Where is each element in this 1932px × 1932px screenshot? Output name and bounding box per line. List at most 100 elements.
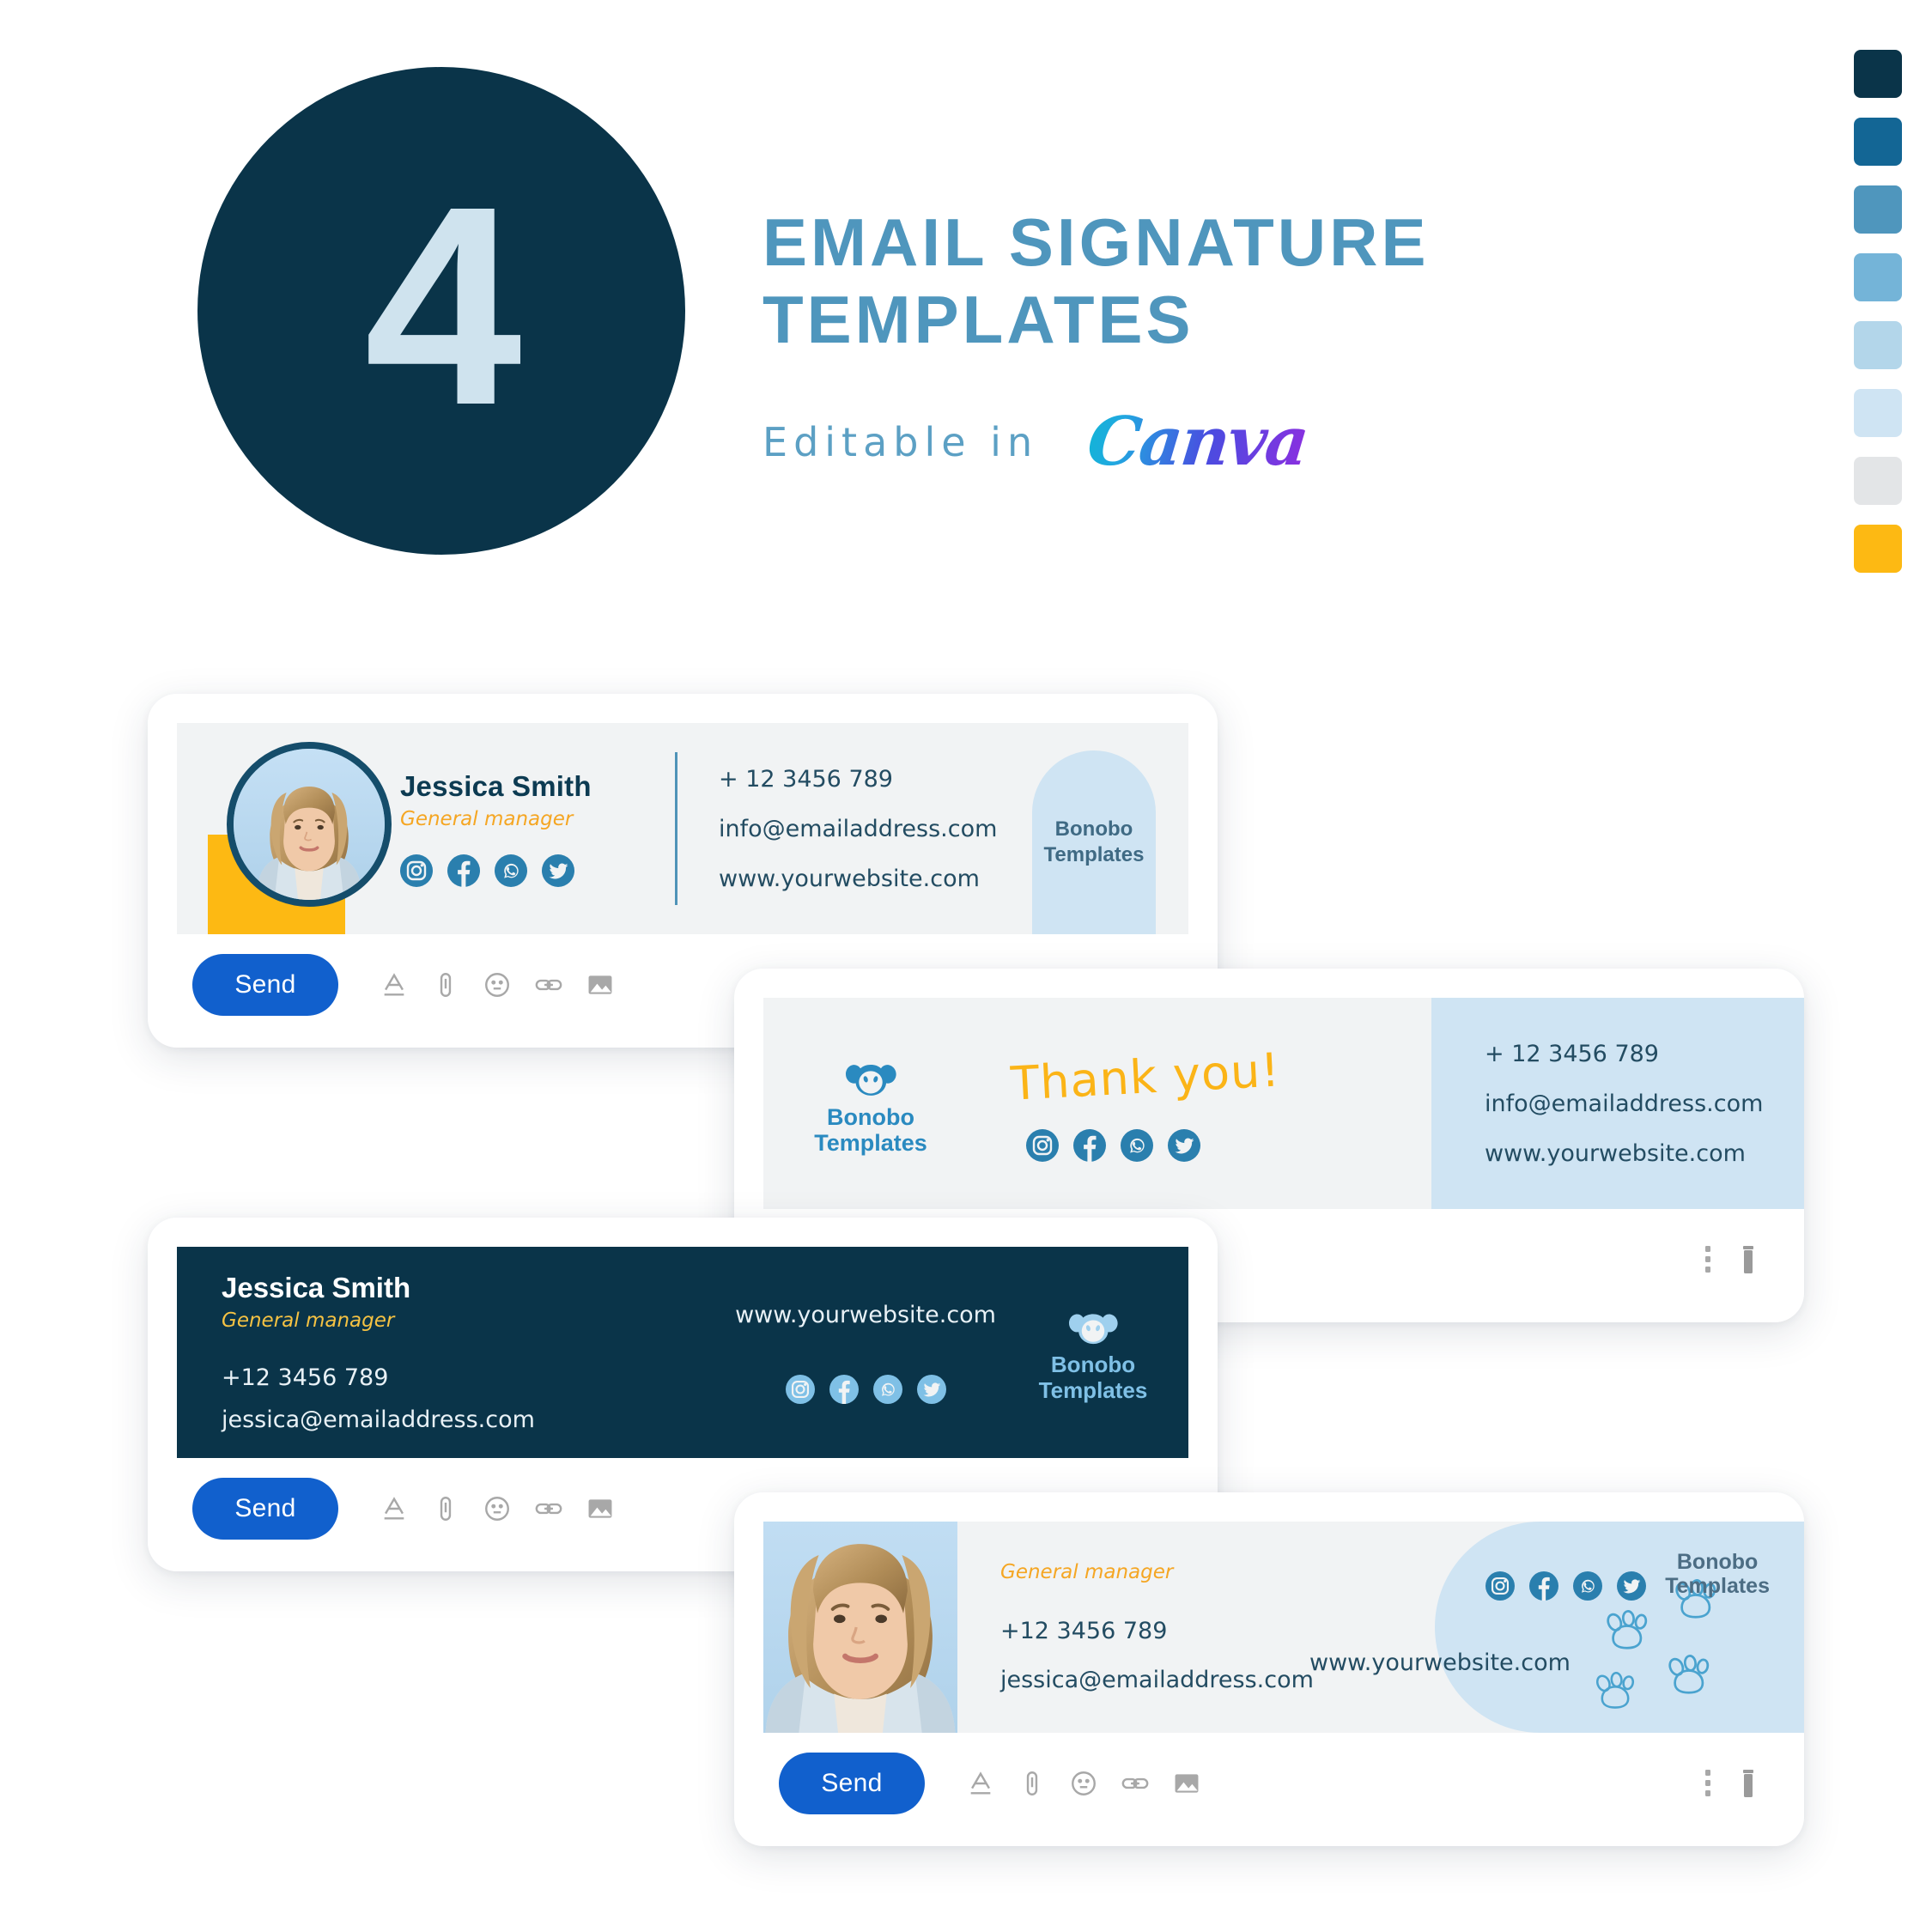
brand-name-line1: Bonobo bbox=[1054, 817, 1133, 841]
twitter-icon[interactable] bbox=[542, 854, 574, 887]
brand-name-line1: Bonobo bbox=[827, 1103, 914, 1130]
social-links-2[interactable] bbox=[1026, 1128, 1431, 1162]
facebook-icon[interactable] bbox=[829, 1374, 859, 1404]
text-format-icon[interactable] bbox=[380, 970, 409, 999]
twitter-icon[interactable] bbox=[1617, 1571, 1647, 1601]
instagram-icon[interactable] bbox=[785, 1374, 815, 1404]
whatsapp-icon[interactable] bbox=[1573, 1571, 1603, 1601]
image-icon[interactable] bbox=[1172, 1769, 1201, 1798]
thank-you-text: Thank you! bbox=[1009, 1042, 1282, 1111]
brand-name-line2: Templates bbox=[1665, 1574, 1770, 1598]
signature-preview-4: General manager +12 3456 789 jessica@ema… bbox=[763, 1522, 1804, 1733]
monkey-logo-icon bbox=[1069, 1314, 1118, 1345]
brand-logo-text-3: Bonobo Templates bbox=[1039, 1352, 1148, 1403]
swatch-3 bbox=[1854, 253, 1902, 301]
contact-block-2: + 12 3456 789 info@emailaddress.com www.… bbox=[1431, 998, 1804, 1209]
swatch-7 bbox=[1854, 525, 1902, 573]
contact-phone: +12 3456 789 bbox=[222, 1364, 389, 1391]
send-button[interactable]: Send bbox=[779, 1753, 925, 1814]
delete-icon[interactable] bbox=[1737, 1769, 1759, 1798]
brand-logo-2: Bonobo Templates bbox=[763, 998, 978, 1209]
brand-block-4: Bonobo Templates www.yourwebsite.com bbox=[1309, 1522, 1804, 1733]
link-icon[interactable] bbox=[534, 970, 563, 999]
contact-role: General manager bbox=[400, 808, 574, 830]
contact-email: info@emailaddress.com bbox=[1485, 1090, 1764, 1117]
website-social-column-3: www.yourwebsite.com bbox=[735, 1302, 996, 1404]
contact-website: www.yourwebsite.com bbox=[735, 1301, 996, 1328]
hero-number: 4 bbox=[364, 147, 522, 464]
swatch-0 bbox=[1854, 50, 1902, 98]
signature-card-4: General manager +12 3456 789 jessica@ema… bbox=[734, 1492, 1804, 1846]
facebook-icon[interactable] bbox=[1073, 1128, 1106, 1162]
toolbar-left-4: Send bbox=[779, 1753, 1201, 1814]
brand-logo-3: Bonobo Templates bbox=[1020, 1301, 1166, 1403]
more-options-icon[interactable] bbox=[1704, 1245, 1711, 1274]
emoji-icon[interactable] bbox=[483, 1494, 512, 1523]
emoji-icon[interactable] bbox=[1069, 1769, 1098, 1798]
link-icon[interactable] bbox=[1121, 1769, 1150, 1798]
contact-email: info@emailaddress.com bbox=[719, 815, 998, 842]
image-icon[interactable] bbox=[586, 1494, 615, 1523]
toolbar-right-2 bbox=[1704, 1245, 1759, 1274]
link-icon[interactable] bbox=[534, 1494, 563, 1523]
contact-block-4: General manager +12 3456 789 jessica@ema… bbox=[957, 1522, 1323, 1733]
brand-name-line1: Bonobo bbox=[1676, 1549, 1759, 1574]
toolbar-right-4 bbox=[1704, 1769, 1759, 1798]
brand-name-line2: Templates bbox=[1043, 843, 1145, 866]
swatch-6 bbox=[1854, 457, 1902, 505]
page-title-line1: EMAIL SIGNATURE bbox=[762, 204, 1430, 280]
greeting-block-2: Thank you! bbox=[978, 998, 1431, 1209]
more-options-icon[interactable] bbox=[1704, 1769, 1711, 1798]
image-icon[interactable] bbox=[586, 970, 615, 999]
social-links-1[interactable] bbox=[400, 854, 675, 887]
identity-block-1: Jessica Smith General manager bbox=[385, 723, 675, 934]
contact-website: www.yourwebsite.com bbox=[1309, 1649, 1571, 1676]
social-links-3[interactable] bbox=[785, 1374, 946, 1404]
hero-text-block: EMAIL SIGNATURE TEMPLATES Editable in Ca… bbox=[762, 204, 1621, 481]
facebook-icon[interactable] bbox=[447, 854, 480, 887]
whatsapp-icon[interactable] bbox=[495, 854, 527, 887]
emoji-icon[interactable] bbox=[483, 970, 512, 999]
contact-email: jessica@emailaddress.com bbox=[1000, 1667, 1314, 1693]
contact-email: jessica@emailaddress.com bbox=[222, 1406, 535, 1433]
instagram-icon[interactable] bbox=[1026, 1128, 1059, 1162]
avatar bbox=[227, 742, 392, 907]
brand-logo-text-4: Bonobo Templates bbox=[1665, 1550, 1770, 1599]
swatch-1 bbox=[1854, 118, 1902, 166]
portrait-image bbox=[234, 749, 385, 900]
attachment-icon[interactable] bbox=[431, 1494, 460, 1523]
swatch-5 bbox=[1854, 389, 1902, 437]
delete-icon[interactable] bbox=[1737, 1245, 1759, 1274]
brand-logo-text-2: Bonobo Templates bbox=[814, 1104, 927, 1156]
twitter-icon[interactable] bbox=[1168, 1128, 1200, 1162]
format-tools-4 bbox=[966, 1769, 1201, 1798]
portrait-block-4 bbox=[763, 1522, 957, 1733]
twitter-icon[interactable] bbox=[916, 1374, 946, 1404]
page-title: EMAIL SIGNATURE TEMPLATES bbox=[762, 204, 1621, 358]
canva-logo: Canva bbox=[1042, 403, 1311, 481]
brand-top-row-4: Bonobo Templates bbox=[1485, 1547, 1770, 1601]
text-format-icon[interactable] bbox=[966, 1769, 995, 1798]
avatar-block-1 bbox=[208, 723, 392, 934]
page-title-line2: TEMPLATES bbox=[762, 281, 1194, 357]
attachment-icon[interactable] bbox=[431, 970, 460, 999]
instagram-icon[interactable] bbox=[400, 854, 433, 887]
send-button[interactable]: Send bbox=[192, 954, 338, 1016]
whatsapp-icon[interactable] bbox=[872, 1374, 902, 1404]
social-links-4[interactable] bbox=[1485, 1571, 1647, 1601]
send-button[interactable]: Send bbox=[192, 1478, 338, 1540]
brand-name-line2: Templates bbox=[1038, 1377, 1148, 1403]
whatsapp-icon[interactable] bbox=[1121, 1128, 1153, 1162]
facebook-icon[interactable] bbox=[1529, 1571, 1559, 1601]
contact-phone: +12 3456 789 bbox=[1000, 1618, 1168, 1644]
brand-block-3: www.yourwebsite.com Bonobo Templates bbox=[685, 1247, 1188, 1458]
contact-role: General manager bbox=[1000, 1561, 1174, 1583]
text-format-icon[interactable] bbox=[380, 1494, 409, 1523]
brand-name-line2: Templates bbox=[814, 1130, 927, 1156]
contact-website: www.yourwebsite.com bbox=[719, 865, 980, 892]
swatch-4 bbox=[1854, 321, 1902, 369]
attachment-icon[interactable] bbox=[1018, 1769, 1047, 1798]
instagram-icon[interactable] bbox=[1485, 1571, 1516, 1601]
subtitle-row: Editable in Canva bbox=[762, 403, 1621, 481]
signature-preview-2: Bonobo Templates Thank you! + 12 3456 78… bbox=[763, 998, 1804, 1209]
